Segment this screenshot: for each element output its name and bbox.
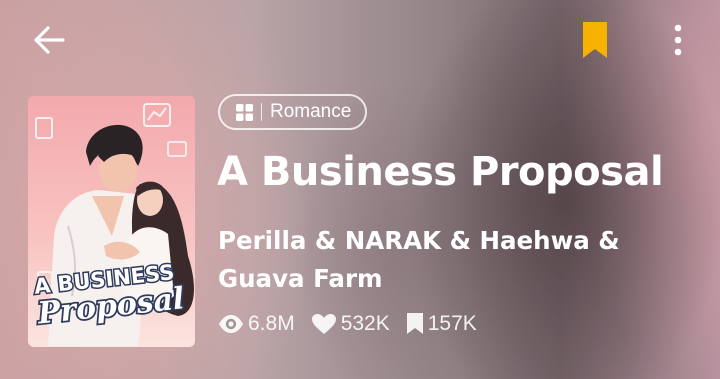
eye-icon	[219, 315, 243, 333]
likes-count: 532K	[340, 312, 390, 335]
likes-stat: 532K	[311, 312, 390, 336]
genre-divider	[261, 103, 262, 121]
bookmarks-count: 157K	[427, 312, 477, 335]
bookmark-button[interactable]	[580, 22, 610, 60]
views-stat: 6.8M	[218, 312, 295, 336]
arrow-left-icon	[34, 26, 65, 54]
views-count: 6.8M	[248, 312, 295, 335]
genre-label: Romance	[270, 101, 352, 122]
stats-row: 6.8M 532K 157K	[218, 312, 493, 336]
back-button[interactable]	[31, 24, 67, 56]
cover-illustration: A BUSINESS Proposal	[28, 96, 195, 347]
bookmark-outline-icon	[406, 313, 423, 334]
series-title: A Business Proposal	[217, 149, 664, 195]
genre-tag[interactable]: Romance	[218, 94, 368, 130]
heart-icon	[311, 314, 336, 334]
cover-image[interactable]: A BUSINESS Proposal	[28, 96, 195, 347]
bookmarks-stat: 157K	[406, 312, 477, 336]
bookmark-icon	[583, 22, 607, 58]
series-authors: Perilla & NARAK & Haehwa & Guava Farm	[218, 226, 620, 293]
grid-icon	[236, 103, 253, 121]
more-options-button[interactable]	[664, 22, 692, 58]
more-vertical-icon	[674, 24, 682, 56]
